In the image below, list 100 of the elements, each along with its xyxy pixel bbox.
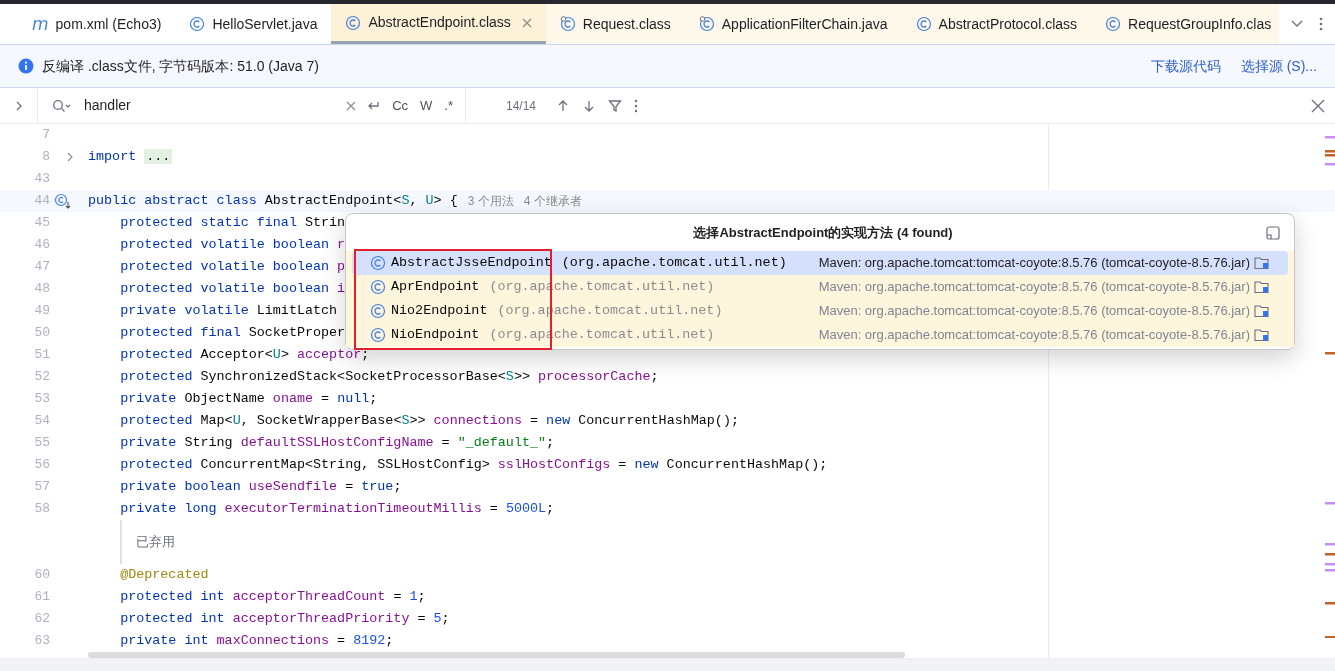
library-location: Maven: org.apache.tomcat:tomcat-coyote:8.5.76 (tomcat-coyote-8.5.76.jar) — [818, 302, 1250, 321]
class-icon — [370, 327, 386, 343]
close-icon[interactable] — [1311, 98, 1325, 113]
line-number: 43 — [33, 170, 50, 189]
implementation-item[interactable]: AbstractJsseEndpoint (org.apache.tomcat.util.net) Maven: org.apache.tomcat:tomcat-coyote:8.5.76 (tomcat-coyote-8.5.76.jar) — [352, 251, 1288, 275]
editor-tab[interactable]: ApplicationFilterChain.java — [684, 4, 902, 44]
doc-comment: 已弃用 — [136, 533, 175, 552]
pin-window-icon[interactable] — [1266, 225, 1280, 240]
code-line: protected int acceptorThreadPriority = 5; — [119, 609, 450, 628]
line-number: 61 — [33, 588, 50, 607]
line-number: 47 — [33, 258, 50, 277]
package-name: (org.apache.tomcat.util.net) — [561, 253, 787, 272]
search-option-toggle[interactable]: .* — [444, 95, 453, 116]
line-number: 7 — [41, 126, 50, 145]
line-number: 56 — [33, 456, 50, 475]
search-field[interactable]: handler Cc W .* — [38, 88, 466, 123]
code-line: private String defaultSSLHostConfigName = "_default_"; — [119, 433, 555, 452]
class-icon — [345, 14, 362, 31]
class-name: AbstractJsseEndpoint — [391, 253, 552, 272]
library-folder-icon — [1254, 280, 1270, 294]
search-option-toggle[interactable]: W — [420, 95, 433, 116]
class-icon — [915, 16, 932, 32]
line-number: 52 — [33, 368, 50, 387]
info-icon — [18, 58, 34, 74]
library-folder-icon — [1254, 304, 1270, 318]
code-line: protected static final Strin — [119, 213, 346, 232]
line-number: 58 — [33, 500, 50, 519]
line-number: 49 — [33, 302, 50, 321]
more-icon[interactable] — [634, 98, 639, 113]
line-number: 60 — [33, 566, 50, 585]
search-option-toggle[interactable]: Cc — [392, 95, 409, 116]
library-location: Maven: org.apache.tomcat:tomcat-coyote:8.5.76 (tomcat-coyote-8.5.76.jar) — [818, 278, 1250, 297]
code-line: import ... — [88, 147, 173, 166]
line-number: 57 — [33, 478, 50, 497]
class-icon — [370, 279, 386, 295]
search-icon — [52, 98, 72, 113]
class-name: NioEndpoint — [391, 325, 480, 344]
editor-tab[interactable]: AbstractProtocol.class — [901, 4, 1092, 44]
line-number: 50 — [33, 324, 50, 343]
line-number: 55 — [33, 434, 50, 453]
tab-label: Request.class — [582, 14, 671, 34]
code-line: private volatile LimitLatch — [119, 301, 338, 320]
maven-icon: m — [32, 15, 49, 33]
info-link[interactable]: 下载源代码 — [1150, 55, 1221, 77]
code-line: protected ConcurrentMap<String, SSLHostConfig> sslHostConfigs = new ConcurrentHashMap(); — [119, 455, 828, 474]
line-number: 63 — [33, 632, 50, 651]
match-count: 14/14 — [506, 97, 537, 115]
code-line: public abstract class AbstractEndpoint<S, U> { — [88, 191, 458, 210]
more-icon[interactable] — [1319, 17, 1323, 31]
close-icon[interactable] — [521, 17, 532, 28]
class-name: AprEndpoint — [391, 277, 480, 296]
pinned-class-icon — [559, 16, 576, 32]
editor-tab[interactable]: AbstractEndpoint.class — [331, 4, 546, 44]
code-line: protected Map<U, SocketWrapperBase<S>> connections = new ConcurrentHashMap(); — [119, 411, 739, 430]
line-number: 46 — [33, 236, 50, 255]
class-name: Nio2Endpoint — [391, 301, 488, 320]
tab-label: pom.xml (Echo3) — [55, 14, 162, 34]
chevron-down-icon[interactable] — [1291, 20, 1303, 28]
code-line: protected volatile boolean i — [119, 279, 346, 298]
line-number: 48 — [33, 280, 50, 299]
class-icon — [370, 303, 386, 319]
code-line: protected volatile boolean p — [119, 257, 346, 276]
line-number: 45 — [33, 214, 50, 233]
search-value: handler — [84, 96, 131, 115]
code-line: @Deprecated — [119, 565, 209, 584]
code-line: protected final SocketProper — [119, 323, 346, 342]
class-icon — [189, 16, 206, 32]
line-number: 54 — [33, 412, 50, 431]
clear-icon[interactable] — [346, 100, 357, 111]
popup-title: 选择AbstractEndpoint的实现方法 (4 found) — [693, 223, 953, 242]
class-icon — [1105, 16, 1122, 32]
class-icon — [370, 255, 386, 271]
tab-label: ApplicationFilterChain.java — [721, 14, 888, 34]
editor-tab[interactable]: Request.class — [545, 4, 685, 44]
editor-tab[interactable]: RequestGroupInfo.clas — [1091, 4, 1279, 44]
code-line: private boolean useSendfile = true; — [119, 477, 402, 496]
code-line: protected SynchronizedStack<SocketProcessorBase<S>> processorCache; — [119, 367, 659, 386]
tab-label: HelloServlet.java — [212, 14, 318, 34]
code-line: protected Acceptor<U> acceptor; — [119, 345, 370, 364]
line-number: 8 — [41, 148, 50, 167]
code-line: private int maxConnections = 8192; — [119, 631, 394, 650]
line-number: 53 — [33, 390, 50, 409]
line-number: 44 — [33, 192, 50, 211]
filter-icon[interactable] — [608, 98, 623, 113]
info-message: 反编译 .class文件, 字节码版本: 51.0 (Java 7) — [42, 56, 319, 76]
library-location: Maven: org.apache.tomcat:tomcat-coyote:8.5.76 (tomcat-coyote-8.5.76.jar) — [818, 326, 1250, 345]
info-link[interactable]: 选择源 (S)... — [1240, 55, 1317, 77]
implemented-by-icon[interactable] — [54, 193, 72, 209]
code-line: protected int acceptorThreadCount = 1; — [119, 587, 426, 606]
code-line: private ObjectName oname = null; — [119, 389, 378, 408]
code-line: private long executorTerminationTimeoutMillis = 5000L; — [119, 499, 555, 518]
tab-label: RequestGroupInfo.clas — [1128, 14, 1272, 34]
line-number: 51 — [33, 346, 50, 365]
code-line: protected volatile boolean r — [119, 235, 346, 254]
horizontal-scrollbar[interactable] — [88, 652, 905, 658]
library-location: Maven: org.apache.tomcat:tomcat-coyote:8.5.76 (tomcat-coyote-8.5.76.jar) — [818, 254, 1250, 273]
library-folder-icon — [1254, 328, 1270, 342]
tab-label: AbstractProtocol.class — [938, 14, 1078, 34]
tab-label: AbstractEndpoint.class — [368, 13, 511, 32]
line-number: 62 — [33, 610, 50, 629]
